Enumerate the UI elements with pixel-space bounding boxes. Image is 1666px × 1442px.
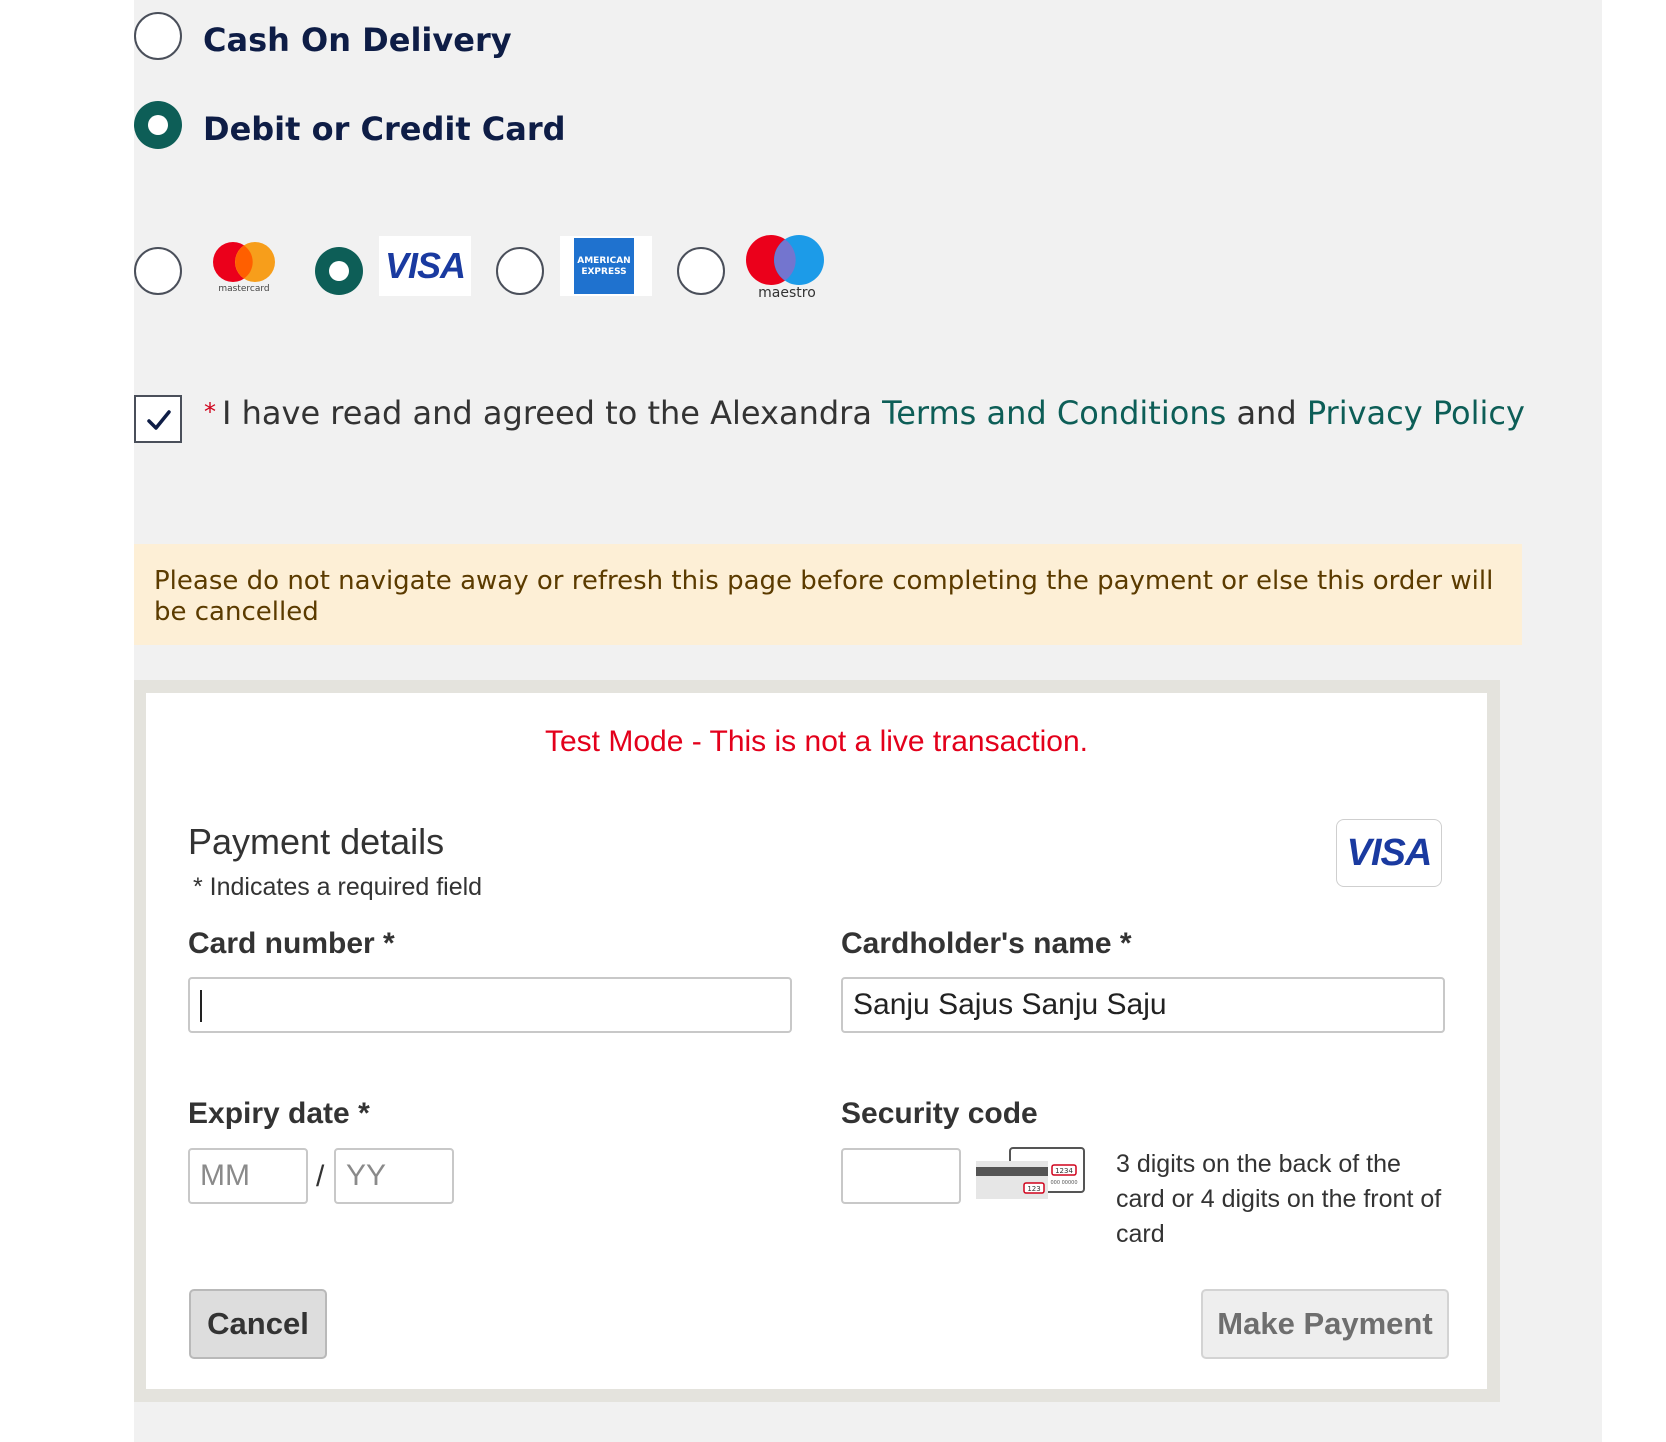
visa-logo[interactable]: VISA — [379, 236, 471, 296]
required-field-hint: * Indicates a required field — [193, 873, 483, 901]
debit-credit-card-label[interactable]: Debit or Credit Card — [203, 109, 566, 149]
radio-visa[interactable] — [315, 247, 363, 295]
security-code-label: Security code — [841, 1097, 1038, 1130]
privacy-policy-link[interactable]: Privacy Policy — [1307, 394, 1525, 432]
mastercard-wordmark: mastercard — [218, 284, 269, 294]
cardholder-name-input[interactable]: Sanju Sajus Sanju Saju — [841, 977, 1445, 1033]
expiry-year-input[interactable]: YY — [334, 1148, 454, 1204]
card-front-code: 1234 — [1055, 1167, 1073, 1175]
amex-wordmark: AMERICAN EXPRESS — [574, 238, 634, 294]
maestro-wordmark: maestro — [758, 285, 816, 300]
radio-maestro[interactable] — [677, 247, 725, 295]
card-front-number: 000 00000 — [1050, 1180, 1077, 1186]
card-number-label: Card number * — [188, 927, 395, 960]
radio-debit-credit-card[interactable] — [134, 101, 182, 149]
cash-on-delivery-label[interactable]: Cash On Delivery — [203, 20, 512, 60]
terms-checkbox[interactable] — [134, 395, 182, 443]
expiry-separator: / — [316, 1160, 325, 1193]
terms-text: * I have read and agreed to the Alexandra… — [204, 392, 1525, 433]
mastercard-logo[interactable]: mastercard — [206, 236, 282, 294]
radio-mastercard[interactable] — [134, 247, 182, 295]
terms-prefix: I have read and agreed to the Alexandra — [222, 394, 872, 432]
payment-details-title: Payment details — [188, 821, 445, 862]
payment-warning-notice: Please do not navigate away or refresh t… — [134, 544, 1522, 645]
cardholder-name-label: Cardholder's name * — [841, 927, 1132, 960]
card-number-input[interactable] — [188, 977, 792, 1033]
security-code-help: 3 digits on the back of the card or 4 di… — [1116, 1150, 1442, 1248]
amex-logo[interactable]: AMERICAN EXPRESS — [560, 236, 652, 296]
security-code-card-icon: 1234 000 00000 123 — [976, 1147, 1085, 1199]
radio-amex[interactable] — [496, 247, 544, 295]
required-marker: * — [204, 398, 216, 426]
expiry-month-input[interactable]: MM — [188, 1148, 308, 1204]
card-payment-form: Test Mode - This is not a live transacti… — [146, 693, 1487, 1389]
card-back-code: 123 — [1027, 1185, 1040, 1193]
expiry-date-label: Expiry date * — [188, 1097, 370, 1130]
checkmark-icon — [147, 410, 171, 430]
terms-and-conditions-link[interactable]: Terms and Conditions — [882, 394, 1226, 432]
terms-joiner: and — [1236, 394, 1297, 432]
maestro-logo[interactable]: maestro — [737, 232, 837, 301]
security-code-input[interactable] — [841, 1148, 961, 1204]
cancel-button[interactable]: Cancel — [189, 1289, 327, 1359]
test-mode-banner: Test Mode - This is not a live transacti… — [544, 725, 1089, 758]
radio-cash-on-delivery[interactable] — [134, 12, 182, 60]
text-caret — [200, 990, 202, 1023]
visa-badge-icon: VISA — [1336, 819, 1442, 887]
make-payment-button[interactable]: Make Payment — [1201, 1289, 1449, 1359]
